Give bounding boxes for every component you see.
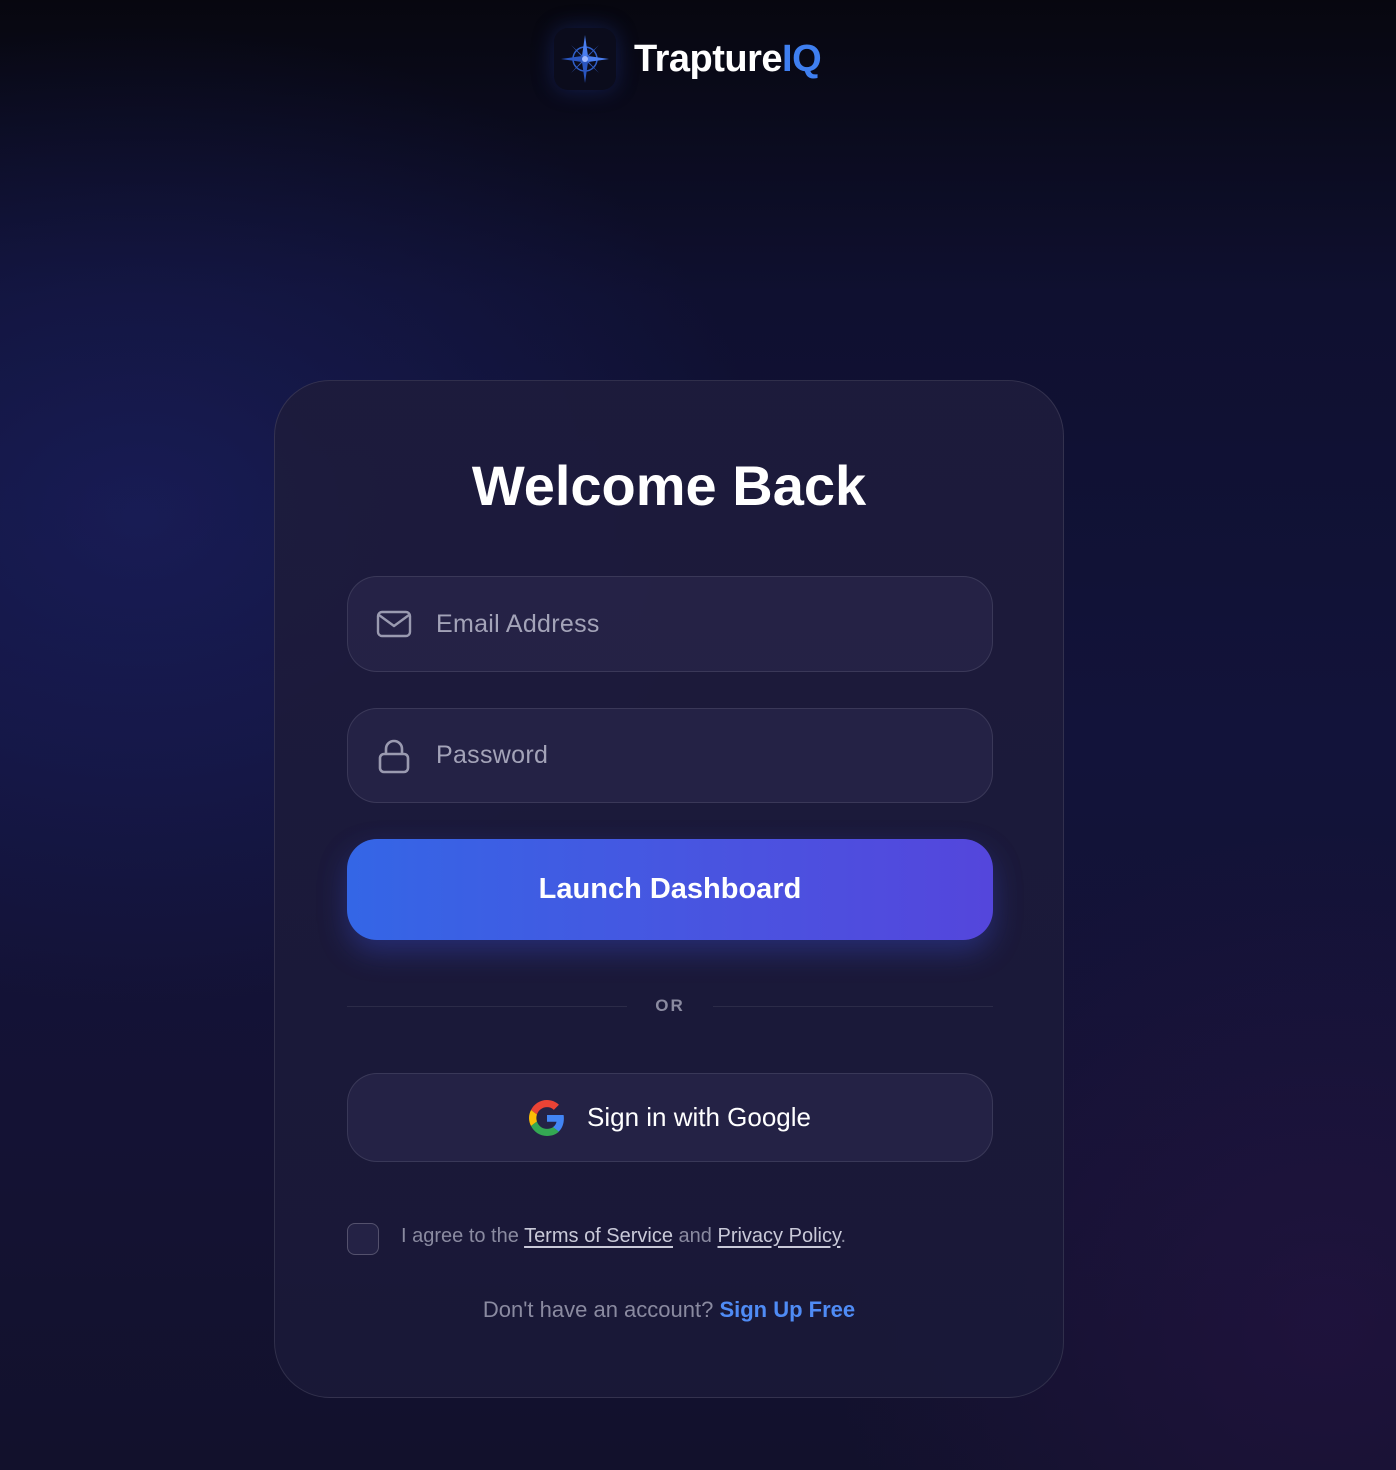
or-divider: OR	[347, 993, 993, 1019]
brand-header[interactable]: TraptureIQ	[554, 26, 822, 92]
email-input[interactable]	[434, 593, 992, 655]
divider-line-right	[713, 1005, 993, 1007]
terms-agreement: I agree to the Terms of Service and Priv…	[347, 1222, 993, 1256]
compass-star-icon	[554, 28, 616, 90]
email-field[interactable]	[347, 576, 993, 672]
launch-dashboard-button[interactable]: Launch Dashboard	[347, 839, 993, 940]
login-card: Welcome Back Launch Dashboard OR	[274, 380, 1064, 1398]
privacy-policy-link[interactable]: Privacy Policy	[717, 1225, 840, 1247]
brand-name-main: Trapture	[634, 38, 783, 80]
google-signin-label: Sign in with Google	[586, 1102, 812, 1132]
divider-line-left	[347, 1005, 627, 1007]
brand-name-accent: IQ	[782, 38, 822, 80]
terms-prefix: I agree to the	[401, 1224, 525, 1247]
divider-label: OR	[655, 996, 685, 1015]
lock-icon	[376, 738, 412, 774]
password-field[interactable]	[347, 708, 993, 803]
signup-prompt: Don't have an account? Sign Up Free	[275, 1297, 1063, 1323]
mail-icon	[376, 606, 412, 642]
brand-name: TraptureIQ	[634, 38, 822, 80]
terms-of-service-link[interactable]: Terms of Service	[524, 1225, 673, 1247]
signup-link[interactable]: Sign Up Free	[719, 1297, 855, 1322]
google-signin-button[interactable]: Sign in with Google	[347, 1073, 993, 1162]
signup-prompt-text: Don't have an account?	[482, 1297, 720, 1322]
terms-text: I agree to the Terms of Service and Priv…	[401, 1225, 846, 1248]
terms-middle: and	[673, 1224, 718, 1247]
terms-checkbox[interactable]	[347, 1223, 379, 1255]
page-title: Welcome Back	[471, 454, 867, 517]
password-input[interactable]	[434, 724, 992, 787]
google-icon	[528, 1099, 565, 1136]
terms-suffix: .	[840, 1224, 847, 1247]
